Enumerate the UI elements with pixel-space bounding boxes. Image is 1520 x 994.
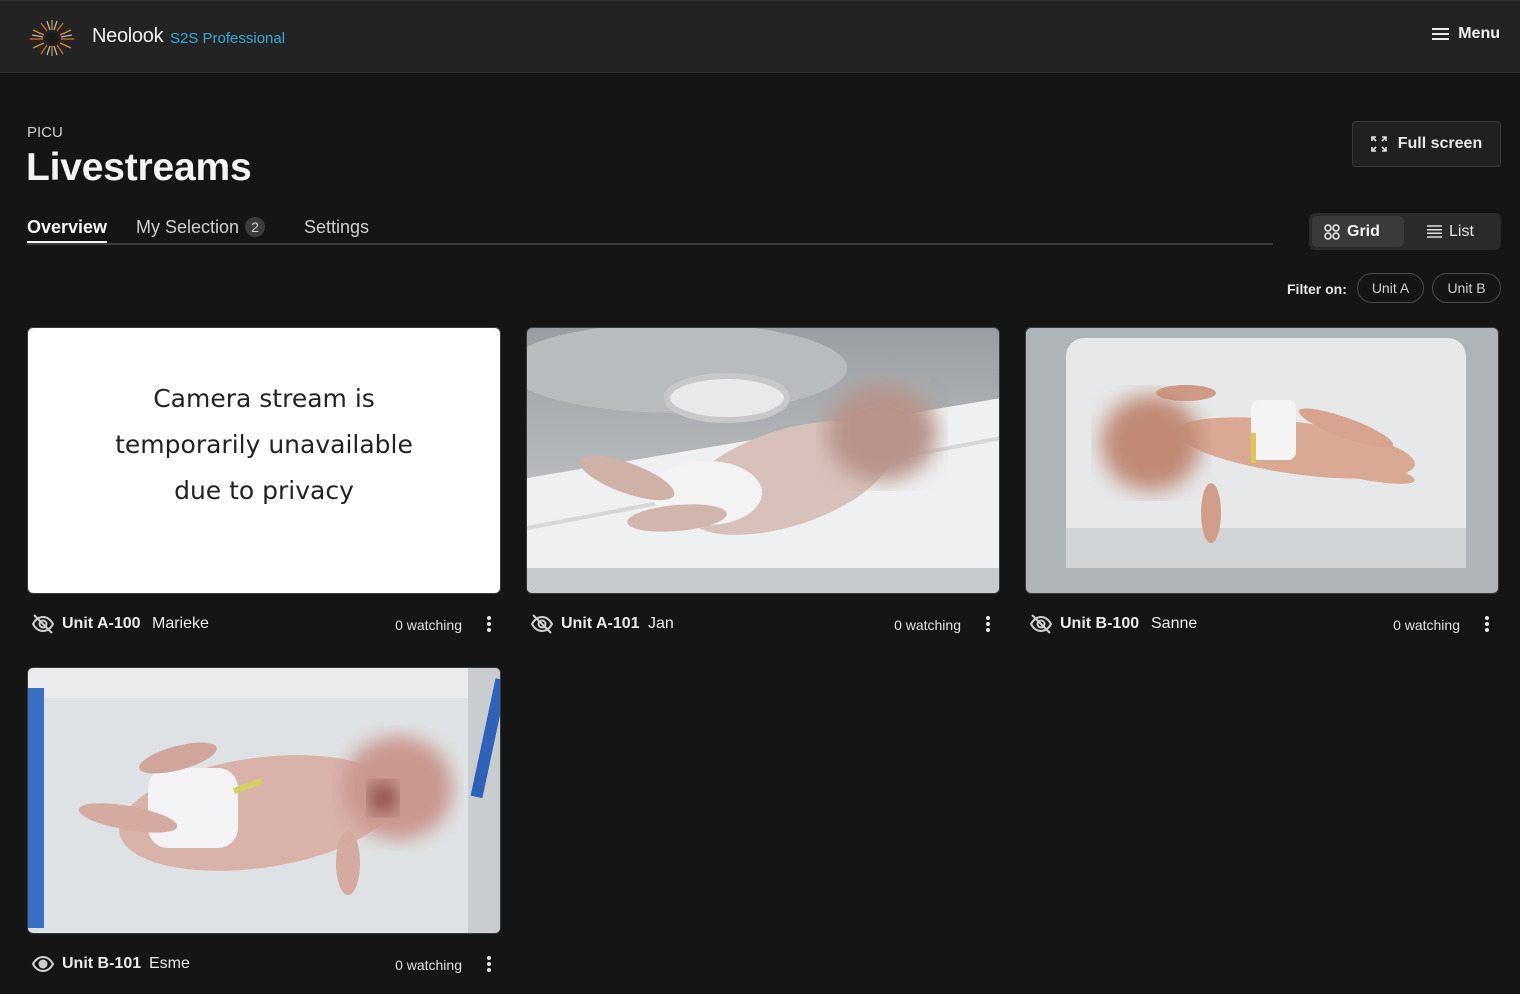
incubator-stream-image xyxy=(527,328,999,593)
camera-unit: Unit B-101 xyxy=(62,955,142,972)
camera-card-footer: Unit A-100 Marieke 0 watching xyxy=(27,594,501,654)
patient-name: Jan xyxy=(648,615,674,632)
tab-settings-label: Settings xyxy=(304,217,370,237)
camera-card: Unit B-100 Sanne 0 watching xyxy=(1025,327,1499,654)
filter-label: Filter on: xyxy=(1287,281,1347,297)
expand-icon xyxy=(1370,136,1387,152)
camera-stream-video[interactable] xyxy=(27,667,501,934)
breadcrumb[interactable]: PICU xyxy=(27,124,63,141)
active-tab-indicator xyxy=(27,241,107,243)
fullscreen-label: Full screen xyxy=(1397,135,1483,152)
watching-count: 0 watching xyxy=(1393,617,1460,633)
camera-stream-video[interactable] xyxy=(526,327,1000,594)
brand-name: Neolook xyxy=(92,25,164,47)
neolook-logo-icon[interactable] xyxy=(26,19,78,57)
patient-name: Sanne xyxy=(1151,615,1198,632)
unavailable-line: Camera stream is xyxy=(153,384,375,413)
eye-off-icon[interactable] xyxy=(31,613,55,635)
brand-subtitle: S2S Professional xyxy=(170,30,286,47)
patient-name: Marieke xyxy=(152,615,209,632)
menu-label: Menu xyxy=(1458,25,1500,42)
tab-overview[interactable]: Overview xyxy=(27,217,107,238)
more-options-icon[interactable] xyxy=(1480,614,1494,634)
list-view-button[interactable]: List xyxy=(1415,216,1497,247)
incubator-stream-image xyxy=(28,668,500,933)
page-title: Livestreams xyxy=(26,146,252,189)
tab-overview-label: Overview xyxy=(27,217,108,237)
list-icon xyxy=(1427,225,1442,238)
view-toggle: Grid List xyxy=(1309,213,1501,250)
hamburger-icon xyxy=(1432,27,1450,41)
camera-card: Unit A-101 Jan 0 watching xyxy=(526,327,1000,654)
camera-card: Unit B-101 Esme 0 watching xyxy=(27,667,501,994)
more-options-icon[interactable] xyxy=(482,614,496,634)
list-view-label: List xyxy=(1449,222,1474,240)
stream-unavailable-message: Camera stream is temporarily unavailable… xyxy=(28,376,500,514)
watching-count: 0 watching xyxy=(395,957,462,973)
menu-button[interactable]: Menu xyxy=(1432,25,1500,43)
grid-icon xyxy=(1324,223,1340,240)
watching-count: 0 watching xyxy=(395,617,462,633)
eye-icon[interactable] xyxy=(31,953,55,975)
grid-view-label: Grid xyxy=(1347,222,1380,240)
camera-card-footer: Unit B-101 Esme 0 watching xyxy=(27,934,501,994)
patient-name: Esme xyxy=(149,955,190,972)
camera-stream-placeholder[interactable]: Camera stream is temporarily unavailable… xyxy=(27,327,501,594)
camera-stream-video[interactable] xyxy=(1025,327,1499,594)
more-options-icon[interactable] xyxy=(981,614,995,634)
incubator-stream-image xyxy=(1026,328,1498,593)
camera-card-footer: Unit A-101 Jan 0 watching xyxy=(526,594,1000,654)
camera-unit: Unit A-101 xyxy=(561,615,640,632)
camera-unit: Unit B-100 xyxy=(1060,615,1140,632)
eye-off-icon[interactable] xyxy=(530,613,554,635)
camera-unit: Unit A-100 xyxy=(62,615,141,632)
fullscreen-button[interactable]: Full screen xyxy=(1352,121,1501,167)
tab-settings[interactable]: Settings xyxy=(304,217,369,238)
top-bar: Neolook S2S Professional Menu xyxy=(0,0,1520,73)
selection-count-badge: 2 xyxy=(245,217,266,237)
tab-bar: Overview My Selection 2 Settings xyxy=(27,213,1273,245)
tab-my-selection-label: My Selection xyxy=(136,217,240,237)
filter-chip-unit-b[interactable]: Unit B xyxy=(1432,273,1501,303)
unavailable-line: due to privacy xyxy=(174,476,354,505)
watching-count: 0 watching xyxy=(894,617,961,633)
filter-chip-unit-a[interactable]: Unit A xyxy=(1357,273,1424,303)
tab-my-selection[interactable]: My Selection 2 xyxy=(136,217,266,238)
more-options-icon[interactable] xyxy=(482,954,496,974)
eye-off-icon[interactable] xyxy=(1029,613,1053,635)
grid-view-button[interactable]: Grid xyxy=(1312,216,1404,247)
unavailable-line: temporarily unavailable xyxy=(115,430,413,459)
camera-card: Camera stream is temporarily unavailable… xyxy=(27,327,501,654)
camera-card-footer: Unit B-100 Sanne 0 watching xyxy=(1025,594,1499,654)
